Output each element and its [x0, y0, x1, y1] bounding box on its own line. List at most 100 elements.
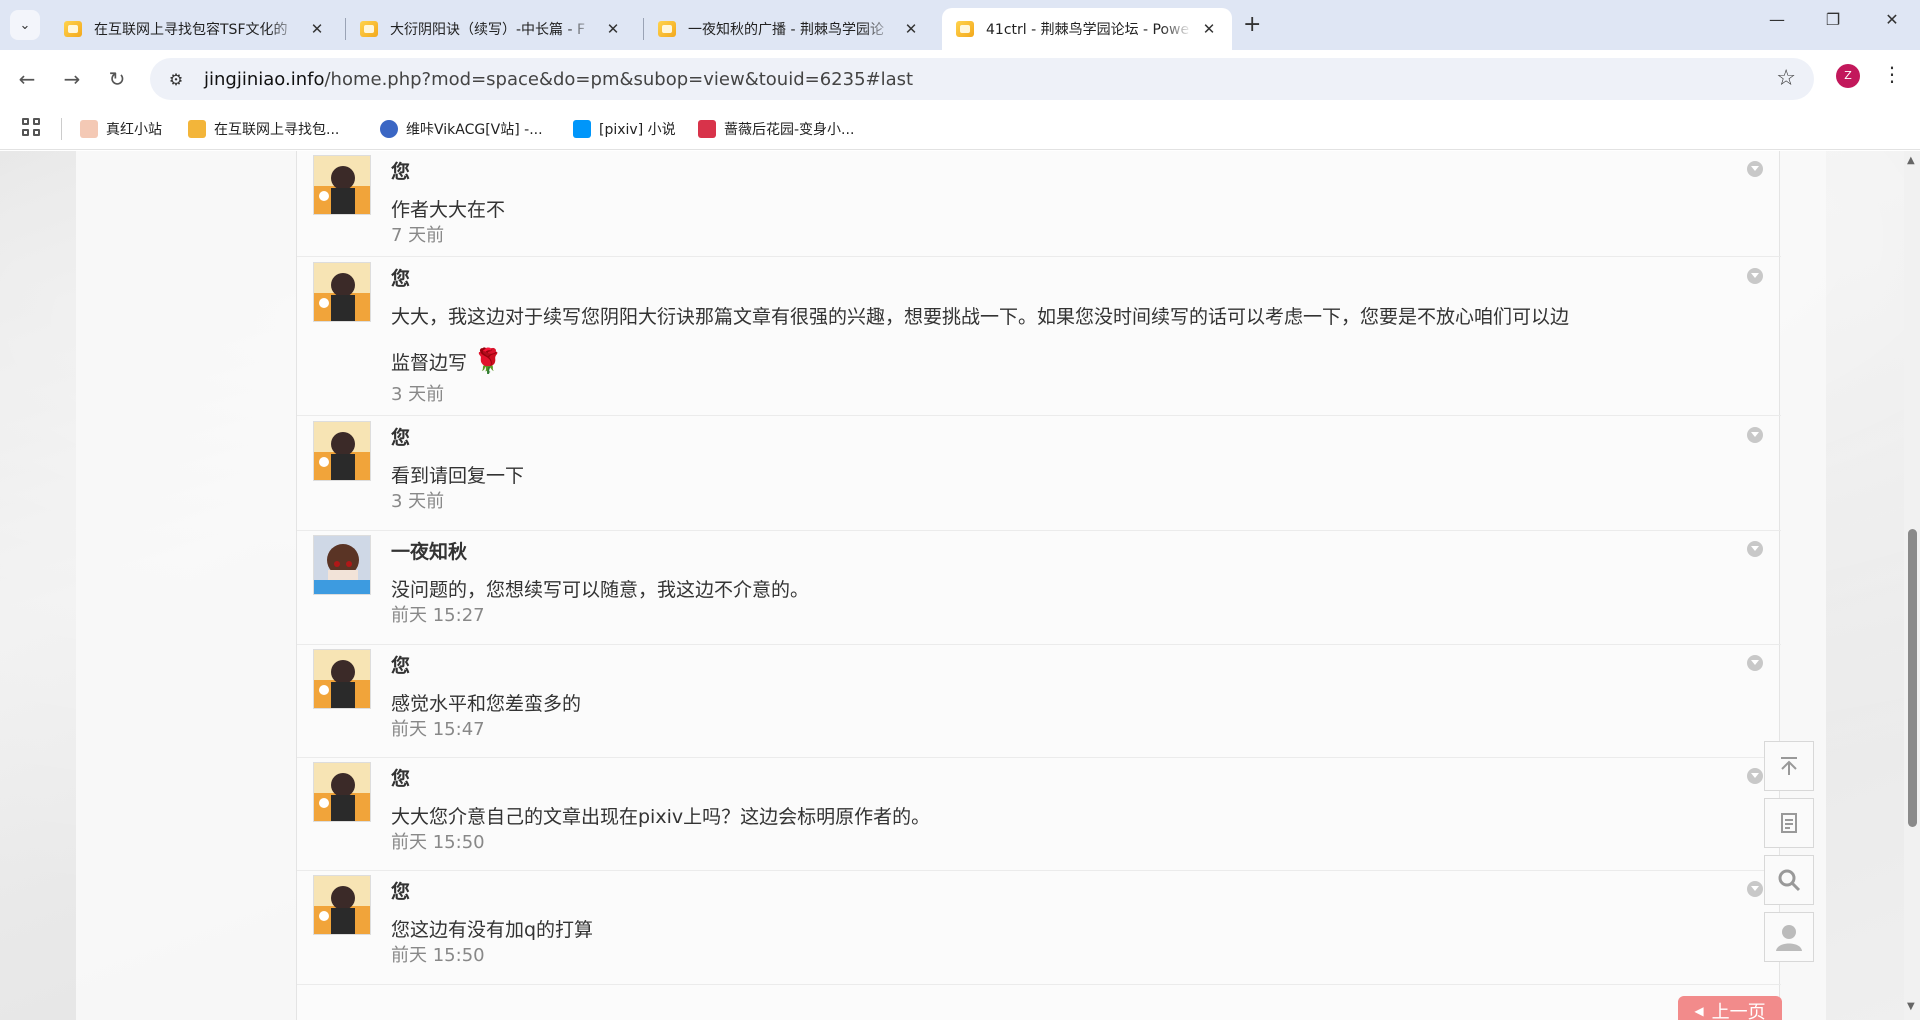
message-item: 您 感觉水平和您差蛮多的 前天 15:47	[297, 645, 1781, 758]
sender-name: 一夜知秋	[391, 541, 468, 563]
minimize-button[interactable]: —	[1757, 10, 1797, 29]
message-text-line2: 监督边写 🌹	[391, 338, 503, 386]
url-host: jingjiniao.info	[204, 68, 325, 90]
page-scrollbar[interactable]: ▲ ▼	[1904, 151, 1920, 1020]
tab-2[interactable]: 一夜知秋的广播 - 荆棘鸟学园论 ✕	[644, 8, 934, 50]
browser-menu-icon[interactable]: ⋮	[1882, 62, 1902, 86]
forum-favicon-icon	[956, 21, 974, 37]
message-item: 您 您这边有没有加q的打算 前天 15:50	[297, 871, 1781, 985]
bookmark-label: 维咔VikACG[V站] -...	[406, 122, 543, 138]
scroll-down-icon[interactable]: ▼	[1907, 1001, 1915, 1012]
avatar[interactable]	[313, 875, 371, 935]
url-path: /home.php?mod=space&do=pm&subop=view&tou…	[324, 68, 914, 90]
sender-name: 您	[391, 427, 411, 449]
avatar[interactable]	[313, 421, 371, 481]
chevron-down-icon: ⌄	[19, 17, 31, 33]
user-avatar-image	[314, 263, 370, 321]
user-avatar-image	[314, 763, 370, 821]
tab-1[interactable]: 大衍阴阳诀（续写）-中长篇 - F ✕	[346, 8, 636, 50]
user-avatar-image	[314, 156, 370, 214]
tab-0[interactable]: 在互联网上寻找包容TSF文化的 ✕	[50, 8, 340, 50]
message-menu-icon[interactable]	[1747, 768, 1763, 784]
message-menu-icon[interactable]	[1747, 881, 1763, 897]
scrollbar-thumb[interactable]	[1908, 529, 1917, 827]
tab-title: 在互联网上寻找包容TSF文化的	[94, 22, 288, 38]
forward-icon[interactable]: →	[57, 64, 87, 94]
message-text-continued: 监督边写	[391, 352, 468, 374]
post-list-button[interactable]	[1764, 798, 1814, 848]
message-item: 您 大大您介意自己的文章出现在pixiv上吗？这边会标明原作者的。 前天 15:…	[297, 758, 1781, 871]
sender-name: 您	[391, 268, 411, 290]
bookmark-label: 蔷薇后花园-变身小...	[724, 122, 855, 138]
bookmark-label: [pixiv] 小说	[599, 122, 676, 138]
back-icon[interactable]: ←	[12, 64, 42, 94]
restore-button[interactable]: ❐	[1813, 10, 1853, 29]
content-wrapper: 您 作者大大在不 7 天前 您 大大，我这边对于续写您阴阳大衍诀那篇文章有很强的…	[76, 151, 1826, 1020]
bookmark-separator	[61, 118, 62, 140]
bookmark-favicon-icon	[80, 120, 98, 138]
tab-title: 41ctrl - 荆棘鸟学园论坛 - Powe	[986, 22, 1190, 38]
bookmark-4[interactable]: 蔷薇后花园-变身小...	[698, 119, 854, 139]
prev-page-button[interactable]: ◀ 上一页	[1678, 996, 1782, 1020]
new-tab-button[interactable]: +	[1243, 12, 1261, 37]
bookmark-star-icon[interactable]: ☆	[1776, 66, 1796, 91]
close-icon[interactable]: ✕	[902, 20, 920, 38]
scroll-up-icon[interactable]: ▲	[1907, 155, 1915, 166]
close-icon[interactable]: ✕	[1200, 20, 1218, 38]
message-time: 3 天前	[391, 384, 445, 405]
tab-3-active[interactable]: 41ctrl - 荆棘鸟学园论坛 - Powe ✕	[942, 8, 1232, 50]
message-menu-icon[interactable]	[1747, 161, 1763, 177]
bookmark-0[interactable]: 真红小站	[80, 119, 162, 139]
search-icon	[1778, 869, 1801, 892]
message-time: 3 天前	[391, 491, 445, 512]
message-item: 您 作者大大在不 7 天前	[297, 151, 1781, 257]
message-item: 您 看到请回复一下 3 天前	[297, 417, 1781, 531]
back-to-top-button[interactable]	[1764, 741, 1814, 791]
message-time: 前天 15:50	[391, 832, 485, 853]
document-icon	[1781, 813, 1797, 833]
bookmark-1[interactable]: 在互联网上寻找包...	[188, 119, 339, 139]
url-text[interactable]: jingjiniao.info/home.php?mod=space&do=pm…	[204, 69, 913, 90]
close-icon[interactable]: ✕	[604, 20, 622, 38]
avatar[interactable]	[313, 649, 371, 709]
forum-favicon-icon	[360, 21, 378, 37]
sender-name: 您	[391, 768, 411, 790]
chevron-left-icon: ◀	[1694, 1004, 1704, 1018]
user-avatar-image	[314, 650, 370, 708]
avatar[interactable]	[313, 155, 371, 215]
bookmark-label: 真红小站	[106, 122, 162, 138]
message-time: 前天 15:50	[391, 945, 485, 966]
message-menu-icon[interactable]	[1747, 655, 1763, 671]
user-center-button[interactable]	[1764, 912, 1814, 962]
avatar[interactable]	[313, 262, 371, 322]
forum-favicon-icon	[658, 21, 676, 37]
close-window-button[interactable]: ✕	[1872, 10, 1912, 29]
rose-emoji-icon: 🌹	[473, 347, 503, 375]
tab-title: 一夜知秋的广播 - 荆棘鸟学园论	[688, 22, 884, 38]
tab-strip: ⌄ 在互联网上寻找包容TSF文化的 ✕ 大衍阴阳诀（续写）-中长篇 - F ✕ …	[0, 0, 1920, 50]
sender-name: 您	[391, 161, 411, 183]
bookmarks-bar: 真红小站 在互联网上寻找包... 维咔VikACG[V站] -... [pixi…	[0, 108, 1920, 150]
tab-search-button[interactable]: ⌄	[10, 10, 40, 40]
bookmark-label: 在互联网上寻找包...	[214, 122, 340, 138]
message-menu-icon[interactable]	[1747, 268, 1763, 284]
bookmark-favicon-icon	[698, 120, 716, 138]
user-icon	[1776, 925, 1802, 951]
site-info-icon[interactable]: ⚙	[162, 70, 190, 89]
bookmark-3[interactable]: [pixiv] 小说	[573, 119, 676, 139]
message-menu-icon[interactable]	[1747, 427, 1763, 443]
search-button[interactable]	[1764, 855, 1814, 905]
apps-grid-icon[interactable]	[22, 118, 42, 138]
profile-avatar[interactable]: Z	[1836, 64, 1860, 88]
message-text: 大大，我这边对于续写您阴阳大衍诀那篇文章有很强的兴趣，想要挑战一下。如果您没时间…	[391, 306, 1570, 328]
avatar[interactable]	[313, 535, 371, 595]
forum-favicon-icon	[64, 21, 82, 37]
sender-name: 您	[391, 881, 411, 903]
bookmark-2[interactable]: 维咔VikACG[V站] -...	[380, 119, 543, 139]
reload-icon[interactable]: ↻	[102, 64, 132, 94]
avatar[interactable]	[313, 762, 371, 822]
close-icon[interactable]: ✕	[308, 20, 326, 38]
address-bar[interactable]: ⚙ jingjiniao.info/home.php?mod=space&do=…	[150, 58, 1814, 100]
message-menu-icon[interactable]	[1747, 541, 1763, 557]
browser-toolbar: ← → ↻ ⚙ jingjiniao.info/home.php?mod=spa…	[0, 50, 1920, 108]
